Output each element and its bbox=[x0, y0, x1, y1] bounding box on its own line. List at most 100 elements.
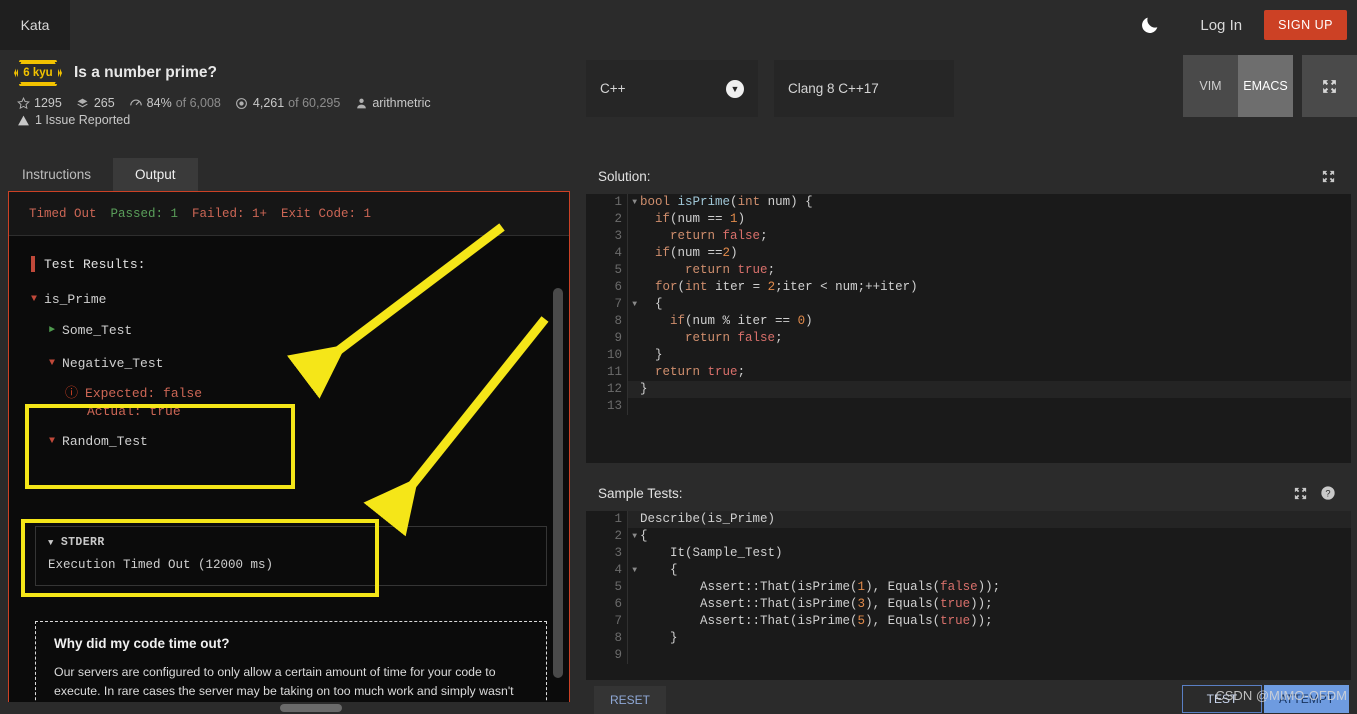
brand-kata-tab[interactable]: Kata bbox=[0, 0, 70, 50]
stat-percentage: 84% of 6,008 bbox=[129, 96, 221, 110]
code-line[interactable]: 10 } bbox=[586, 347, 1351, 364]
fold-triangle-icon[interactable]: ▼ bbox=[627, 528, 637, 545]
login-link[interactable]: Log In bbox=[1178, 17, 1264, 34]
line-number: 3 bbox=[586, 545, 628, 562]
sample-tests-expand-button[interactable] bbox=[1289, 482, 1311, 504]
signup-button[interactable]: SIGN UP bbox=[1264, 10, 1347, 40]
left-horizontal-scrollbar-thumb[interactable] bbox=[280, 704, 342, 712]
solution-panel: Solution: 1 ▼ bool isPrime(int num) {2 if(… bbox=[586, 158, 1351, 463]
language-toolbar: C++ ▼ Clang 8 C++17 VIM EMACS bbox=[586, 55, 1357, 121]
status-timed-out: Timed Out bbox=[29, 206, 97, 221]
code-line[interactable]: 13 bbox=[586, 398, 1351, 415]
kata-title-row: 6 kyu Is a number prime? bbox=[0, 50, 580, 86]
chevron-down-icon[interactable]: ▼ bbox=[726, 79, 744, 98]
fold-triangle-icon[interactable]: ▼ bbox=[627, 562, 637, 579]
status-accent-bar bbox=[31, 256, 35, 272]
code-line[interactable]: 9 bbox=[586, 647, 1351, 664]
code-line[interactable]: 3 return false; bbox=[586, 228, 1351, 245]
line-number: 6 bbox=[586, 279, 628, 296]
stat-attempts-value: 4,261 bbox=[252, 96, 285, 110]
top-navigation-bar: Kata Log In SIGN UP bbox=[0, 0, 1357, 50]
code-line[interactable]: 5 return true; bbox=[586, 262, 1351, 279]
test-case-random-test[interactable]: ▼ Random_Test bbox=[31, 434, 569, 449]
help-circle-icon: ? bbox=[1321, 486, 1335, 500]
test-case-some-test[interactable]: ► Some_Test bbox=[31, 323, 569, 338]
code-line[interactable]: 9 return false; bbox=[586, 330, 1351, 347]
issue-reported-row[interactable]: 1 Issue Reported bbox=[0, 110, 580, 127]
code-line[interactable]: 6 for(int iter = 2;iter < num;++iter) bbox=[586, 279, 1351, 296]
solution-code-editor[interactable]: 1 ▼ bool isPrime(int num) {2 if(num == 1) 3… bbox=[586, 194, 1351, 463]
test-case-negative-test[interactable]: ▼ Negative_Test bbox=[31, 356, 569, 371]
code-line[interactable]: 4 if(num ==2) bbox=[586, 245, 1351, 262]
code-line-text: Assert::That(isPrime(1), Equals(false)); bbox=[640, 580, 1001, 594]
code-line[interactable]: 8 if(num % iter == 0) bbox=[586, 313, 1351, 330]
tab-instructions[interactable]: Instructions bbox=[0, 158, 113, 191]
layers-icon bbox=[76, 96, 90, 110]
left-horizontal-scrollbar-track[interactable] bbox=[0, 702, 580, 714]
stat-author: arithmetric bbox=[354, 96, 431, 110]
theme-toggle-button[interactable] bbox=[1122, 0, 1178, 50]
line-number: 2 bbox=[586, 211, 628, 228]
output-scrollbar-track[interactable] bbox=[553, 281, 566, 708]
code-line[interactable]: 11 return true; bbox=[586, 364, 1351, 381]
expand-icon bbox=[1323, 79, 1336, 93]
reset-button[interactable]: RESET bbox=[594, 686, 667, 714]
line-number: 7 ▼ bbox=[586, 296, 637, 313]
test-case-label: Negative_Test bbox=[62, 356, 164, 371]
triangle-down-icon[interactable]: ▼ bbox=[31, 294, 37, 305]
triangle-down-icon[interactable]: ▼ bbox=[49, 436, 55, 447]
code-line[interactable]: 7 Assert::That(isPrime(5), Equals(true))… bbox=[586, 613, 1351, 630]
sample-tests-help-button[interactable]: ? bbox=[1317, 482, 1339, 504]
stderr-header[interactable]: ▼ STDERR bbox=[48, 536, 534, 549]
editor-mode-vim[interactable]: VIM bbox=[1183, 55, 1238, 117]
editor-mode-emacs[interactable]: EMACS bbox=[1238, 55, 1293, 117]
issue-reported-label: 1 Issue Reported bbox=[35, 113, 131, 127]
status-exit-code: Exit Code: 1 bbox=[281, 206, 372, 221]
code-line[interactable]: 6 Assert::That(isPrime(3), Equals(true))… bbox=[586, 596, 1351, 613]
code-line[interactable]: 12} bbox=[586, 381, 1351, 398]
code-line-text: return true; bbox=[685, 263, 776, 277]
code-line[interactable]: 5 Assert::That(isPrime(1), Equals(false)… bbox=[586, 579, 1351, 596]
output-scrollbar-thumb[interactable] bbox=[553, 288, 563, 678]
triangle-right-icon[interactable]: ► bbox=[49, 325, 55, 336]
line-number: 2 ▼ bbox=[586, 528, 637, 545]
code-line[interactable]: 3 It(Sample_Test) bbox=[586, 545, 1351, 562]
sample-tests-code-editor[interactable]: 1 Describe(is_Prime) 2 ▼{3 It(Sample_Test) 4… bbox=[586, 511, 1351, 680]
fold-triangle-icon[interactable]: ▼ bbox=[627, 194, 637, 211]
code-line-text: return false; bbox=[685, 331, 783, 345]
code-line-text: It(Sample_Test) bbox=[640, 546, 783, 560]
status-failed: Failed: 1+ bbox=[192, 206, 268, 221]
solution-expand-button[interactable] bbox=[1317, 165, 1339, 187]
test-button[interactable]: TEST bbox=[1182, 685, 1262, 713]
code-line[interactable]: 2 if(num == 1) bbox=[586, 211, 1351, 228]
code-line-text: return false; bbox=[670, 229, 768, 243]
code-line[interactable]: 1 Describe(is_Prime) bbox=[586, 511, 1351, 528]
language-select[interactable]: C++ ▼ bbox=[586, 60, 758, 117]
triangle-down-icon[interactable]: ▼ bbox=[48, 538, 54, 548]
code-line-text: } bbox=[640, 348, 663, 362]
target-icon bbox=[235, 96, 249, 110]
fold-triangle-icon[interactable]: ▼ bbox=[627, 296, 637, 313]
code-line[interactable]: 2 ▼{ bbox=[586, 528, 1351, 545]
language-version-select[interactable]: Clang 8 C++17 bbox=[774, 60, 954, 117]
warning-icon bbox=[16, 113, 30, 127]
line-number: 10 bbox=[586, 347, 628, 364]
left-panel-tabs: Instructions Output bbox=[0, 155, 580, 191]
fullscreen-toggle-button[interactable] bbox=[1302, 55, 1357, 117]
user-icon bbox=[354, 96, 368, 110]
code-line-text bbox=[628, 398, 640, 415]
line-number: 9 bbox=[586, 647, 628, 664]
attempt-button[interactable]: ATTEMPT bbox=[1264, 685, 1349, 713]
code-line[interactable]: 8 } bbox=[586, 630, 1351, 647]
action-bar: RESET TEST ATTEMPT CSDN @MIMO-OFDM bbox=[586, 684, 1357, 714]
tab-output[interactable]: Output bbox=[113, 158, 198, 191]
output-body: Test Results: ▼ is_Prime ► Some_Test ▼ N… bbox=[9, 236, 569, 708]
test-suite-row[interactable]: ▼ is_Prime bbox=[31, 292, 569, 307]
code-line[interactable]: 1 ▼ bool isPrime(int num) { bbox=[586, 194, 1351, 211]
code-line[interactable]: 4 ▼ { bbox=[586, 562, 1351, 579]
code-line-text: Assert::That(isPrime(3), Equals(true)); bbox=[640, 597, 993, 611]
code-line[interactable]: 7 ▼ { bbox=[586, 296, 1351, 313]
test-result-tree: ▼ is_Prime ► Some_Test ▼ Negative_Test ⓘ… bbox=[9, 272, 569, 449]
triangle-down-icon[interactable]: ▼ bbox=[49, 358, 55, 369]
stderr-label: STDERR bbox=[60, 536, 105, 549]
